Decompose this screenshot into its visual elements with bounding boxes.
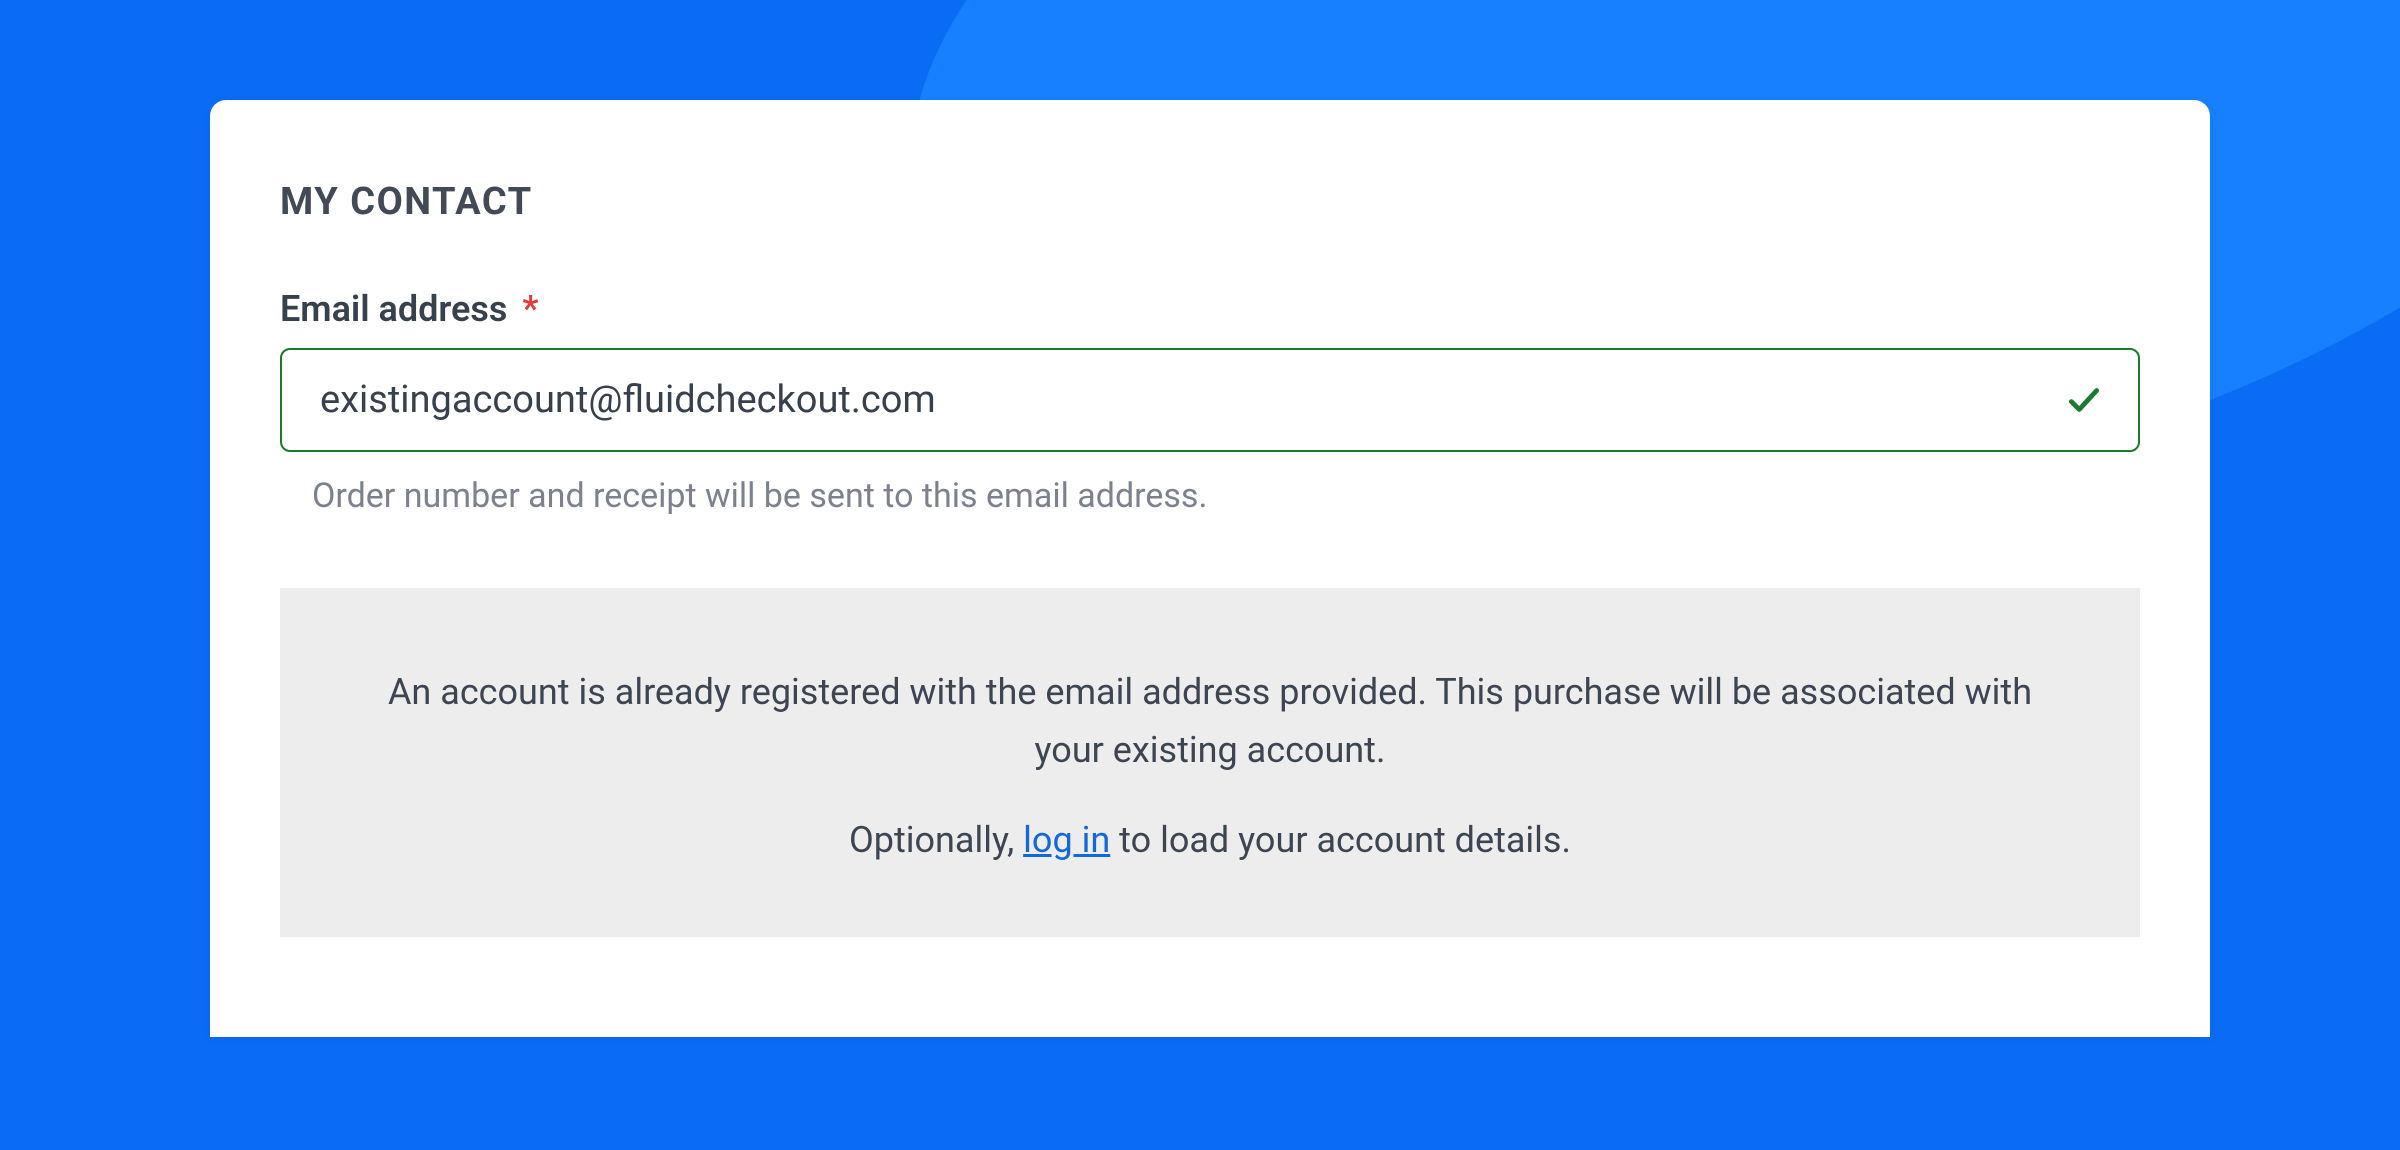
email-helper-text: Order number and receipt will be sent to…	[312, 476, 2140, 516]
email-label-text: Email address	[280, 288, 507, 330]
email-label: Email address *	[280, 288, 2140, 330]
notice-message: An account is already registered with th…	[380, 664, 2040, 779]
required-asterisk: *	[522, 288, 538, 330]
section-title: MY CONTACT	[280, 180, 2140, 224]
email-field[interactable]	[280, 348, 2140, 452]
notice-optional-prefix: Optionally,	[849, 819, 1023, 861]
notice-secondary: Optionally, log in to load your account …	[380, 819, 2040, 861]
login-link[interactable]: log in	[1023, 819, 1110, 861]
checkmark-icon	[2064, 380, 2104, 420]
notice-optional-suffix: to load your account details.	[1110, 819, 1571, 861]
existing-account-notice: An account is already registered with th…	[280, 588, 2140, 937]
contact-card: MY CONTACT Email address * Order number …	[210, 100, 2210, 1037]
email-input-wrapper	[280, 348, 2140, 452]
